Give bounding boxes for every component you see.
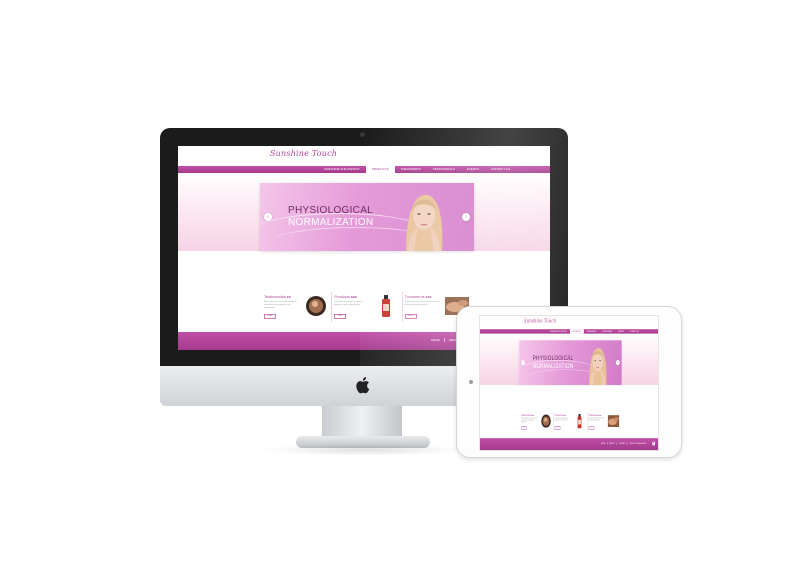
prev-arrow-icon[interactable]: ‹: [521, 360, 525, 366]
model-face-image: [589, 348, 607, 385]
nav-item-philosophy[interactable]: SUNSHINE PHILOSOPHY: [318, 166, 366, 173]
hero-banner: PHYSIOLOGICAL NORMALIZATION ‹ ›: [260, 183, 474, 251]
feature-box-products: Products ▸▸▸ Discover our range of natur…: [332, 292, 403, 322]
feature-title: Treatments ▸▸▸: [404, 294, 432, 299]
feature-boxes: Testimonials ▸▸ Read what our customers …: [520, 411, 620, 432]
banner-title-line1: PHYSIOLOGICAL: [288, 205, 374, 216]
next-arrow-icon[interactable]: ›: [462, 213, 470, 221]
footer-link-about[interactable]: ABOUT: [607, 442, 616, 445]
footer-link-home[interactable]: HOME: [427, 338, 444, 342]
feature-text: Discover our range of natural products a…: [554, 417, 569, 422]
prev-arrow-icon[interactable]: ‹: [264, 213, 272, 221]
footer-link-home[interactable]: HOME: [599, 442, 607, 445]
testimonial-thumbnail: [541, 414, 551, 428]
nav-item-contact[interactable]: CONTACT US: [485, 166, 516, 173]
hero-banner: PHYSIOLOGICAL NORMALIZATION ‹ ›: [519, 340, 622, 385]
feature-box-treatments: Treatments ▸▸▸ Experience our relaxing t…: [587, 412, 620, 432]
site-footer: HOME ABOUT CONTACT FIND US ON FACEBOOK f: [480, 438, 658, 450]
banner-title-line1: PHYSIOLOGICAL: [532, 354, 574, 362]
site-logo[interactable]: Sunshine Touch: [524, 318, 556, 324]
nav-item-events[interactable]: EVENTS: [461, 166, 485, 173]
facebook-icon[interactable]: f: [652, 441, 656, 446]
testimonial-thumbnail: [306, 296, 326, 316]
feature-box-testimonials: Testimonials ▸▸ Read what our customers …: [262, 292, 333, 322]
ipad-mockup: Sunshine Touch SUNSHINE PHILOSOPHY PRODU…: [456, 306, 682, 458]
feature-title: Testimonials ▸▸: [521, 413, 535, 417]
website-tablet: Sunshine Touch SUNSHINE PHILOSOPHY PRODU…: [480, 316, 658, 450]
banner-title-line2: NORMALIZATION: [532, 362, 574, 370]
imac-stand-neck: [322, 406, 402, 438]
imac-shadow: [260, 444, 466, 456]
feature-text: Discover our range of natural products a…: [334, 301, 363, 306]
site-nav: SUNSHINE PHILOSOPHY PRODUCTS TREATMENTS …: [178, 166, 550, 173]
nav-item-treatments[interactable]: TREATMENTS: [395, 166, 427, 173]
feature-more-button[interactable]: more: [404, 314, 417, 319]
footer-link-facebook[interactable]: FIND US ON FACEBOOK: [627, 442, 649, 445]
feature-text: Experience our relaxing treatments and m…: [404, 301, 439, 306]
site-header: Sunshine Touch: [178, 146, 550, 164]
feature-title: Treatments ▸▸▸: [588, 413, 602, 417]
apple-logo-icon: [356, 377, 370, 394]
oil-bottle-image: [382, 295, 391, 317]
feature-title: Products ▸▸▸: [334, 294, 358, 299]
feature-more-button[interactable]: more: [521, 426, 527, 430]
feature-boxes: Testimonials ▸▸ Read what our customers …: [262, 292, 472, 322]
site-header: Sunshine Touch: [480, 316, 658, 328]
feature-box-products: Products ▸▸▸ Discover our range of natur…: [554, 411, 588, 432]
imac-camera: [360, 132, 365, 137]
feature-more-button[interactable]: more: [554, 426, 561, 430]
feature-title: Testimonials ▸▸: [264, 294, 292, 299]
oil-bottle-image: [577, 413, 582, 429]
feature-more-button[interactable]: more: [588, 426, 595, 430]
feature-text: Read what our customers have to say abou…: [264, 301, 297, 309]
model-face-image: [406, 194, 443, 251]
footer-link-contact[interactable]: CONTACT: [616, 442, 627, 445]
feature-more-button[interactable]: more: [334, 314, 347, 319]
feature-title: Products ▸▸▸: [554, 413, 566, 417]
feature-box-testimonials: Testimonials ▸▸ Read what our customers …: [520, 411, 554, 432]
banner-title-line2: NORMALIZATION: [288, 217, 374, 228]
ipad-screen: Sunshine Touch SUNSHINE PHILOSOPHY PRODU…: [479, 315, 659, 451]
feature-more-button[interactable]: more: [264, 314, 276, 319]
nav-item-products[interactable]: PRODUCTS: [365, 166, 395, 173]
nav-item-testimonials[interactable]: TESTIMONIALS: [427, 166, 461, 173]
feature-text: Experience our relaxing treatments and m…: [588, 417, 605, 422]
site-logo[interactable]: Sunshine Touch: [270, 149, 337, 158]
next-arrow-icon[interactable]: ›: [615, 360, 620, 366]
treatment-thumbnail: [607, 415, 620, 428]
footer-links: HOME ABOUT CONTACT FIND US ON FACEBOOK: [599, 442, 648, 445]
feature-text: Read what our customers have to say abou…: [521, 417, 537, 424]
nav-list: SUNSHINE PHILOSOPHY PRODUCTS TREATMENTS …: [318, 166, 516, 173]
ipad-camera: [469, 380, 473, 384]
